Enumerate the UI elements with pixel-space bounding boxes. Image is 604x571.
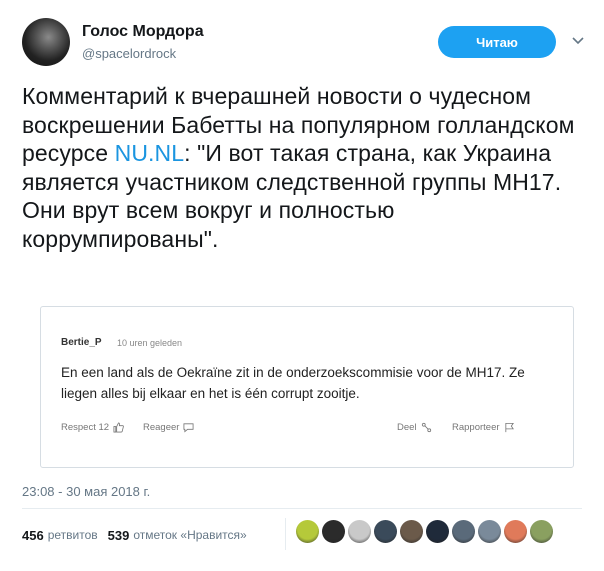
tweet-text: Комментарий к вчерашней новости о чудесн… [22, 82, 582, 253]
respect-label: Respect 12 [61, 422, 110, 433]
thumbs-up-icon [113, 422, 124, 433]
liker-avatar[interactable] [348, 520, 371, 543]
comment-author: Bertie_P [61, 337, 102, 348]
divider [285, 518, 286, 550]
reply-action: Reageer [143, 422, 194, 433]
tweet-stats: 456 ретвитов 539 отметок «Нравится» [22, 524, 257, 546]
report-label: Rapporteer [452, 422, 500, 433]
share-label: Deel [397, 422, 417, 433]
tweet-link[interactable]: NU.NL [115, 140, 185, 166]
display-name[interactable]: Голос Мордора [82, 23, 204, 41]
liker-avatar[interactable] [374, 520, 397, 543]
retweets-stat[interactable]: 456 ретвитов [22, 528, 98, 543]
share-icon [421, 422, 431, 433]
tweet-timestamp[interactable]: 23:08 - 30 мая 2018 г. [22, 484, 150, 499]
comment-time: 10 uren geleden [117, 338, 183, 348]
flag-icon [504, 422, 514, 433]
liker-avatar[interactable] [322, 520, 345, 543]
likes-label: отметок «Нравится» [133, 528, 247, 542]
retweets-count: 456 [22, 527, 44, 543]
liker-avatar[interactable] [452, 520, 475, 543]
chevron-down-icon[interactable] [570, 32, 586, 48]
tweet-header: Голос Мордора @spacelordrock Читаю [22, 18, 584, 68]
comment-text: En een land als de Oekraïne zit in de on… [61, 365, 525, 401]
likes-stat[interactable]: 539 отметок «Нравится» [108, 528, 247, 543]
user-handle[interactable]: @spacelordrock [82, 46, 176, 61]
liker-avatar[interactable] [400, 520, 423, 543]
liker-avatar[interactable] [504, 520, 527, 543]
follow-button[interactable]: Читаю [438, 26, 556, 58]
speech-bubble-icon [183, 423, 194, 433]
likes-count: 539 [107, 527, 130, 543]
respect-action: Respect 12 [61, 422, 124, 433]
liker-avatar[interactable] [530, 520, 553, 543]
liker-avatar[interactable] [426, 520, 449, 543]
comment-actions: Respect 12 Reageer Deel Rapporteer [61, 422, 561, 438]
retweets-label: ретвитов [47, 528, 98, 542]
liker-avatar[interactable] [296, 520, 319, 543]
liker-avatars [296, 520, 553, 543]
report-action: Rapporteer [452, 422, 515, 433]
liker-avatar[interactable] [478, 520, 501, 543]
divider [22, 508, 582, 509]
share-action: Deel [397, 422, 432, 433]
avatar[interactable] [22, 18, 70, 66]
embedded-comment-screenshot[interactable]: Bertie_P 10 uren geleden En een land als… [40, 306, 574, 468]
reply-label: Reageer [143, 422, 180, 433]
